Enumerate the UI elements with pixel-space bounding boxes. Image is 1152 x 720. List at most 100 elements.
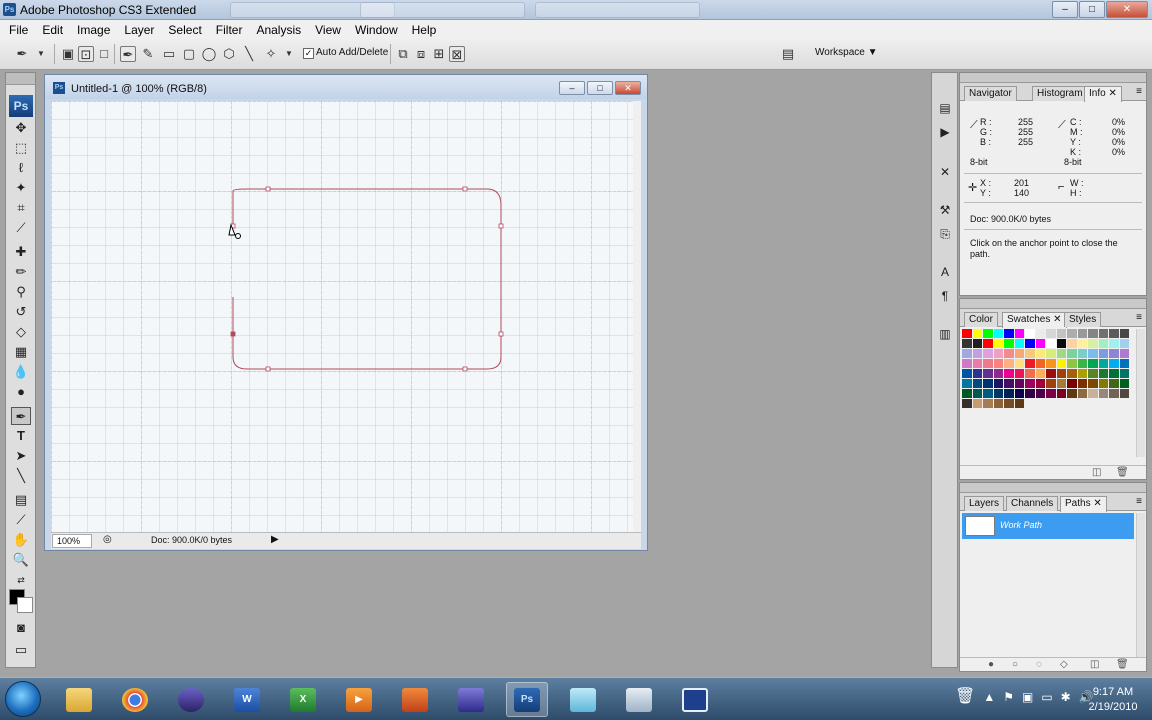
workspace-button[interactable]: Workspace ▼ — [815, 47, 878, 58]
color-swatch[interactable] — [1119, 379, 1130, 388]
color-swatch[interactable] — [1025, 349, 1036, 358]
taskbar-media-player[interactable]: ▶ — [338, 682, 380, 717]
paragraph-panel-icon[interactable]: ¶ — [935, 287, 955, 305]
color-swatch[interactable] — [1088, 389, 1099, 398]
color-swatch[interactable] — [962, 389, 973, 398]
color-swatch[interactable] — [993, 329, 1004, 338]
menu-view[interactable]: View — [308, 23, 348, 37]
start-button[interactable] — [5, 681, 41, 717]
color-swatch[interactable] — [1025, 359, 1036, 368]
color-swatch[interactable] — [1109, 359, 1120, 368]
color-swatch[interactable] — [962, 329, 973, 338]
color-swatch[interactable] — [1056, 359, 1067, 368]
color-swatch[interactable] — [1077, 339, 1088, 348]
color-swatch[interactable] — [1025, 389, 1036, 398]
color-swatch[interactable] — [1025, 339, 1036, 348]
vertical-scrollbar[interactable] — [633, 101, 641, 532]
color-swatch[interactable] — [1004, 399, 1015, 408]
bluetooth-icon[interactable]: ✱ — [1061, 690, 1071, 710]
color-swatch[interactable] — [983, 379, 994, 388]
brush-icon[interactable]: ✏ — [11, 263, 31, 281]
menu-edit[interactable]: Edit — [35, 23, 70, 37]
pen-icon[interactable]: ✒ — [11, 407, 31, 425]
color-swatch[interactable] — [962, 399, 973, 408]
panel-drag-bar[interactable] — [960, 483, 1146, 493]
color-swatch[interactable] — [962, 369, 973, 378]
anchor-point[interactable] — [230, 331, 236, 337]
color-swatch[interactable] — [1014, 339, 1025, 348]
magic-wand-icon[interactable]: ✦ — [11, 179, 31, 197]
color-swatch[interactable] — [1035, 369, 1046, 378]
healing-icon[interactable]: ✚ — [11, 243, 31, 261]
color-swatch[interactable] — [1119, 339, 1130, 348]
subtract-path-area-icon[interactable]: ⧈ — [413, 46, 429, 62]
ellipse-icon[interactable]: ◯ — [201, 46, 217, 62]
color-swatch[interactable] — [1067, 389, 1078, 398]
color-swatch[interactable] — [1004, 329, 1015, 338]
new-path-icon[interactable]: ◫ — [1090, 659, 1099, 670]
load-path-as-selection-icon[interactable]: ◌ — [1036, 659, 1042, 670]
color-swatch[interactable] — [1088, 329, 1099, 338]
color-swatch[interactable] — [1014, 379, 1025, 388]
pen-icon[interactable]: ✒ — [120, 46, 136, 62]
color-swatch[interactable] — [1088, 369, 1099, 378]
color-swatch[interactable] — [1035, 389, 1046, 398]
color-swatch[interactable] — [962, 359, 973, 368]
color-swatch[interactable] — [1088, 349, 1099, 358]
character-panel-icon[interactable]: A — [935, 263, 955, 281]
swap-colors-icon[interactable]: ⇄ — [11, 571, 31, 589]
color-swatch[interactable] — [1046, 389, 1057, 398]
color-swatch[interactable] — [1109, 339, 1120, 348]
taskbar-word[interactable]: W — [226, 682, 268, 717]
color-swatch[interactable] — [1046, 359, 1057, 368]
taskbar-office-app[interactable] — [394, 682, 436, 717]
color-swatch[interactable] — [1109, 329, 1120, 338]
zoom-icon[interactable]: 🔍 — [11, 551, 31, 569]
color-swatch[interactable] — [1098, 369, 1109, 378]
paths-mode-icon[interactable]: ⊡ — [78, 46, 94, 62]
color-swatch[interactable] — [993, 389, 1004, 398]
brushes-panel-icon[interactable]: ⚒ — [935, 201, 955, 219]
photoshop-logo[interactable]: Ps — [9, 95, 33, 117]
taskbar-explorer[interactable] — [58, 682, 100, 717]
panel-menu-icon[interactable]: ≡ — [1136, 496, 1142, 507]
move-icon[interactable]: ✥ — [11, 119, 31, 137]
color-swatch[interactable] — [1046, 339, 1057, 348]
screen-mode-icon[interactable]: ▭ — [11, 641, 31, 659]
geometry-options-dropdown-icon[interactable]: ▼ — [281, 46, 297, 62]
color-swatch[interactable] — [1056, 379, 1067, 388]
lasso-icon[interactable]: ℓ — [11, 159, 31, 177]
color-swatch[interactable] — [1077, 329, 1088, 338]
rectangle-icon[interactable]: ▭ — [161, 46, 177, 62]
color-swatch[interactable] — [1004, 359, 1015, 368]
anchor-point[interactable] — [265, 366, 271, 372]
network-icon[interactable]: ▣ — [1022, 690, 1033, 710]
zoom-level-field[interactable]: 100% — [52, 534, 92, 548]
color-swatch[interactable] — [1046, 369, 1057, 378]
color-swatch[interactable] — [1109, 349, 1120, 358]
color-swatch[interactable] — [1004, 339, 1015, 348]
quick-mask-icon[interactable]: ◙ — [11, 619, 31, 637]
tab-histogram[interactable]: Histogram — [1032, 86, 1088, 101]
color-swatch[interactable] — [1119, 359, 1130, 368]
color-swatch[interactable] — [993, 369, 1004, 378]
color-swatch[interactable] — [1067, 339, 1078, 348]
slice-icon[interactable]: ⟋ — [11, 219, 31, 237]
gradient-icon[interactable]: ▦ — [11, 343, 31, 361]
panel-drag-bar[interactable] — [960, 299, 1146, 309]
panel-drag-bar[interactable] — [960, 73, 1146, 83]
color-swatch[interactable] — [1077, 359, 1088, 368]
taskbar-excel[interactable]: X — [282, 682, 324, 717]
color-swatch[interactable] — [1014, 389, 1025, 398]
color-swatch[interactable] — [1088, 359, 1099, 368]
panel-scrollbar[interactable] — [1136, 329, 1145, 457]
color-swatch[interactable] — [983, 359, 994, 368]
color-swatch[interactable] — [1025, 329, 1036, 338]
eyedropper-icon[interactable]: ⟋ — [11, 511, 31, 529]
color-swatch[interactable] — [972, 339, 983, 348]
color-swatch[interactable] — [1098, 329, 1109, 338]
color-swatch[interactable] — [1056, 349, 1067, 358]
taskbar-chrome[interactable] — [114, 682, 156, 717]
clock[interactable]: 9:17 AM 2/19/2010 — [1078, 685, 1148, 715]
document-close-button[interactable]: ✕ — [615, 81, 641, 95]
